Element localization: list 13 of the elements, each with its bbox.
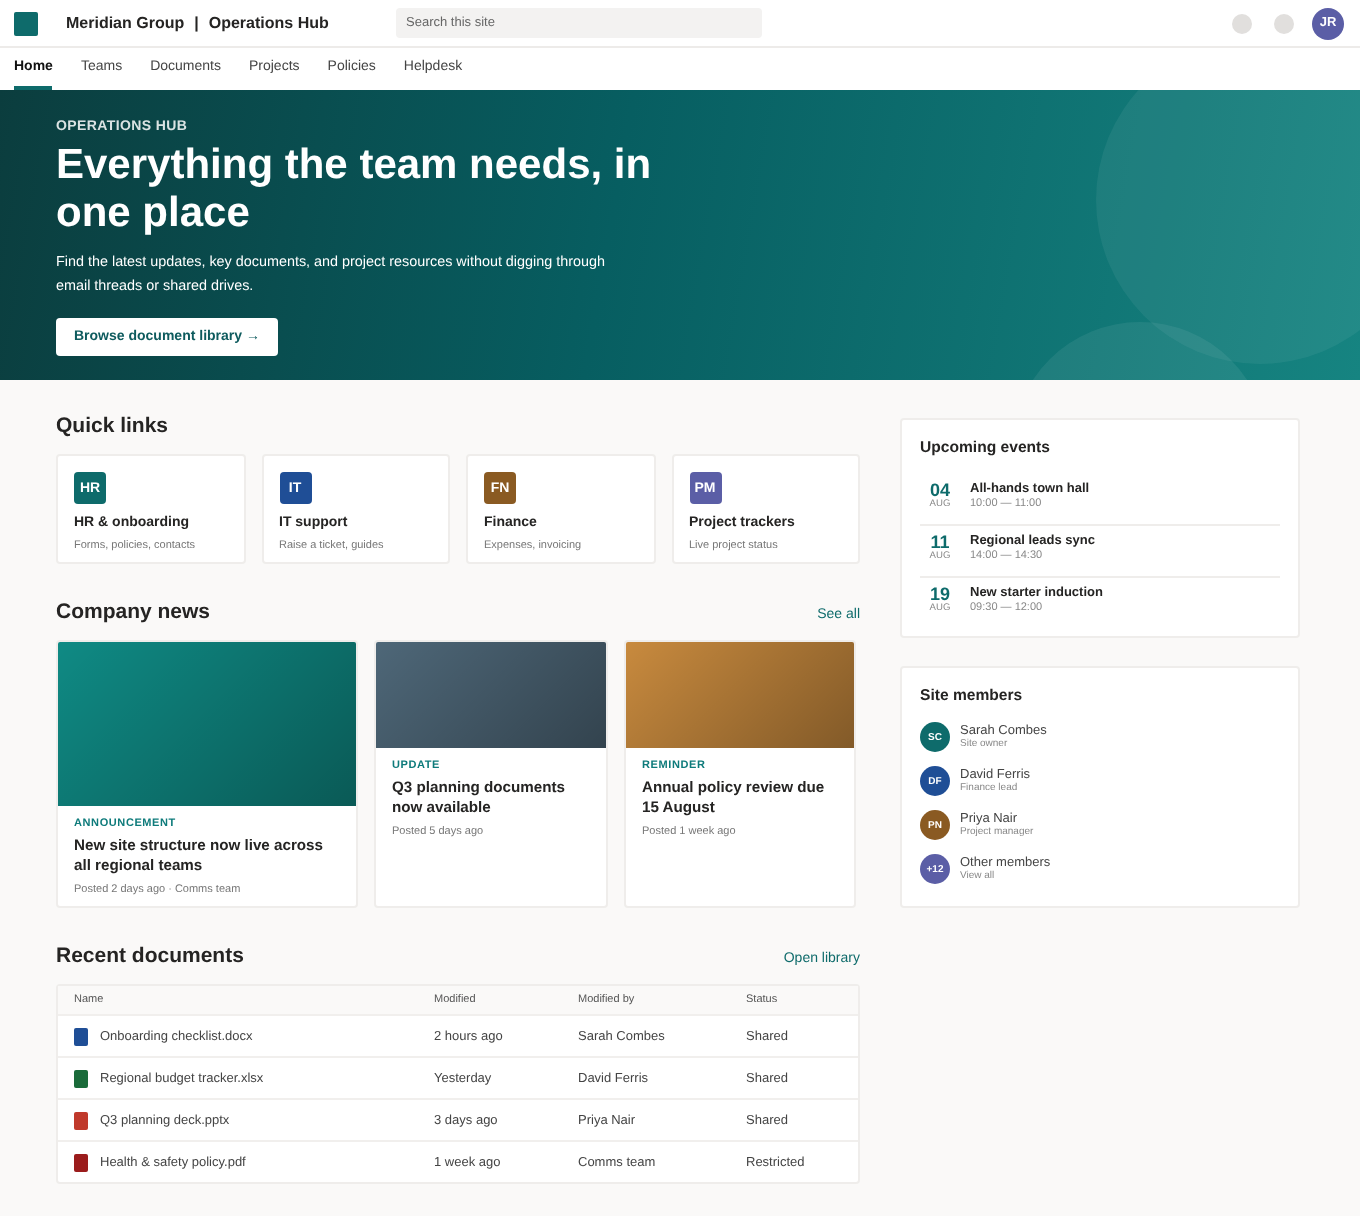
- circle-icon[interactable]: [1232, 13, 1252, 33]
- section-title: Company news: [56, 600, 211, 624]
- section-title: Quick links: [56, 414, 171, 438]
- event-day: 11: [928, 532, 952, 552]
- hero-title: Everything the team needs, in one place: [56, 142, 654, 238]
- hub-name: Operations Hub: [208, 14, 329, 32]
- circle-icon[interactable]: [1274, 13, 1294, 33]
- event-day: 19: [928, 584, 952, 604]
- logo-icon: [14, 11, 38, 35]
- separator: |: [194, 14, 199, 32]
- site-name: Meridian Group: [66, 14, 185, 32]
- section-title: Recent documents: [56, 944, 244, 968]
- event-day: 04: [928, 480, 952, 500]
